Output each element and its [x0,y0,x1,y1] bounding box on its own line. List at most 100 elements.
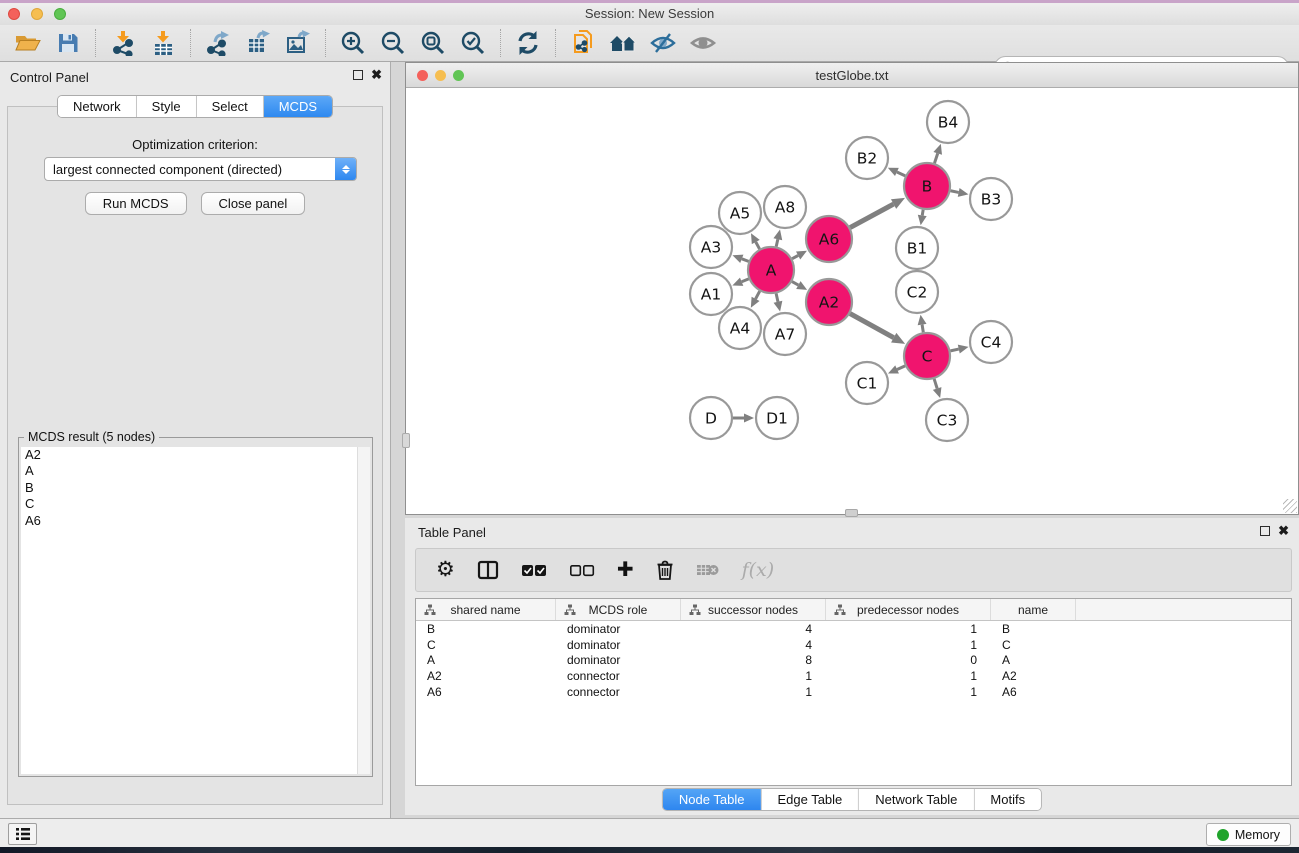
select-all-columns-button[interactable] [521,563,547,577]
table-cell[interactable]: 4 [681,622,826,636]
float-panel-icon[interactable] [353,70,363,80]
tab-motifs[interactable]: Motifs [974,789,1041,810]
zoom-fit-button[interactable] [413,27,453,59]
graph-node-A6[interactable]: A6 [806,216,852,262]
edge-C-C4[interactable] [950,349,958,351]
graph-node-B1[interactable]: B1 [896,227,938,269]
memory-button[interactable]: Memory [1206,823,1291,846]
resize-grip-icon[interactable] [1283,499,1297,513]
add-column-button[interactable]: ✚ [617,560,634,580]
table-cell[interactable]: 1 [826,638,991,652]
table-row[interactable]: A6connector11A6 [416,684,1291,700]
deselect-all-columns-button[interactable] [569,563,595,577]
import-table-button[interactable] [143,27,183,59]
column-header-name[interactable]: name [991,599,1076,620]
edge-A-A7[interactable] [776,293,778,301]
graph-node-A[interactable]: A [748,247,794,293]
zoom-in-button[interactable] [333,27,373,59]
result-scrollbar[interactable] [357,447,370,774]
edge-A-A4[interactable] [756,291,760,299]
show-all-networks-button[interactable] [603,27,643,59]
table-cell[interactable]: 0 [826,653,991,667]
tab-mcds[interactable]: MCDS [264,96,332,117]
table-cell[interactable]: A2 [416,669,556,683]
network-window-titlebar[interactable]: testGlobe.txt [406,63,1298,88]
graph-node-C[interactable]: C [904,333,950,379]
node-table[interactable]: shared nameMCDS rolesuccessor nodesprede… [415,598,1292,786]
export-image-button[interactable] [278,27,318,59]
horizontal-splitter-grip[interactable] [845,509,858,517]
edge-A-A8[interactable] [776,239,778,246]
table-cell[interactable]: 8 [681,653,826,667]
graph-node-A2[interactable]: A2 [806,279,852,325]
table-cell[interactable]: dominator [556,653,681,667]
mcds-result-list[interactable]: A2ABCA6 [21,447,370,774]
network-from-selection-button[interactable] [563,27,603,59]
refresh-layout-button[interactable] [508,27,548,59]
close-panel-icon[interactable]: ✖ [371,70,382,80]
column-layout-button[interactable] [477,560,499,580]
edge-A-A5[interactable] [756,242,760,249]
run-mcds-button[interactable]: Run MCDS [85,192,187,215]
edge-A-A6[interactable] [792,255,798,258]
optimization-criterion-dropdown[interactable]: largest connected component (directed) [44,157,357,181]
edge-A-A3[interactable] [742,259,749,262]
table-cell[interactable]: dominator [556,638,681,652]
table-row[interactable]: Adominator80A [416,652,1291,668]
table-settings-button[interactable]: ⚙ [436,560,455,580]
panel-divider-grip[interactable] [402,433,410,448]
graph-node-A7[interactable]: A7 [764,313,806,355]
graph-node-B[interactable]: B [904,163,950,209]
tab-network[interactable]: Network [58,96,137,117]
graph-node-C1[interactable]: C1 [846,362,888,404]
table-cell[interactable]: B [991,622,1076,636]
zoom-selected-button[interactable] [453,27,493,59]
result-item[interactable]: A [21,463,370,479]
import-network-button[interactable] [103,27,143,59]
table-cell[interactable]: connector [556,669,681,683]
table-cell[interactable]: 1 [826,622,991,636]
graph-node-B4[interactable]: B4 [927,101,969,143]
edge-B-B2[interactable] [897,172,905,176]
column-header-predecessor-nodes[interactable]: predecessor nodes [826,599,991,620]
graph-node-A5[interactable]: A5 [719,192,761,234]
result-item[interactable]: A2 [21,447,370,463]
table-cell[interactable]: A2 [991,669,1076,683]
table-row[interactable]: Bdominator41B [416,621,1291,637]
delete-columns-button[interactable] [656,560,674,581]
edge-B-B4[interactable] [934,153,937,163]
function-builder-button[interactable]: f(x) [742,559,775,581]
column-header-shared-name[interactable]: shared name [416,599,556,620]
result-item[interactable]: A6 [21,513,370,529]
column-header-successor-nodes[interactable]: successor nodes [681,599,826,620]
task-history-button[interactable] [8,823,37,845]
result-item[interactable]: B [21,480,370,496]
edge-A2-C[interactable] [850,314,894,338]
edge-A-A1[interactable] [742,279,749,282]
table-cell[interactable]: 1 [681,669,826,683]
graph-node-B3[interactable]: B3 [970,178,1012,220]
tab-style[interactable]: Style [137,96,197,117]
table-cell[interactable]: 1 [681,685,826,699]
table-cell[interactable]: A6 [416,685,556,699]
table-cell[interactable]: C [416,638,556,652]
edge-C-C2[interactable] [922,325,923,333]
edge-A6-B[interactable] [850,204,893,228]
export-table-button[interactable] [238,27,278,59]
export-network-button[interactable] [198,27,238,59]
table-cell[interactable]: A [416,653,556,667]
edge-C-C1[interactable] [897,366,905,370]
tab-select[interactable]: Select [197,96,264,117]
edge-B-B3[interactable] [951,191,959,193]
table-cell[interactable]: B [416,622,556,636]
graph-node-A1[interactable]: A1 [690,273,732,315]
tab-edge-table[interactable]: Edge Table [761,789,859,810]
zoom-out-button[interactable] [373,27,413,59]
show-selected-button[interactable] [683,27,723,59]
table-cell[interactable]: 1 [826,685,991,699]
edge-B-B1[interactable] [922,210,923,216]
open-file-button[interactable] [8,27,48,59]
graph-node-C3[interactable]: C3 [926,399,968,441]
close-panel-button[interactable]: Close panel [201,192,306,215]
table-cell[interactable]: A [991,653,1076,667]
